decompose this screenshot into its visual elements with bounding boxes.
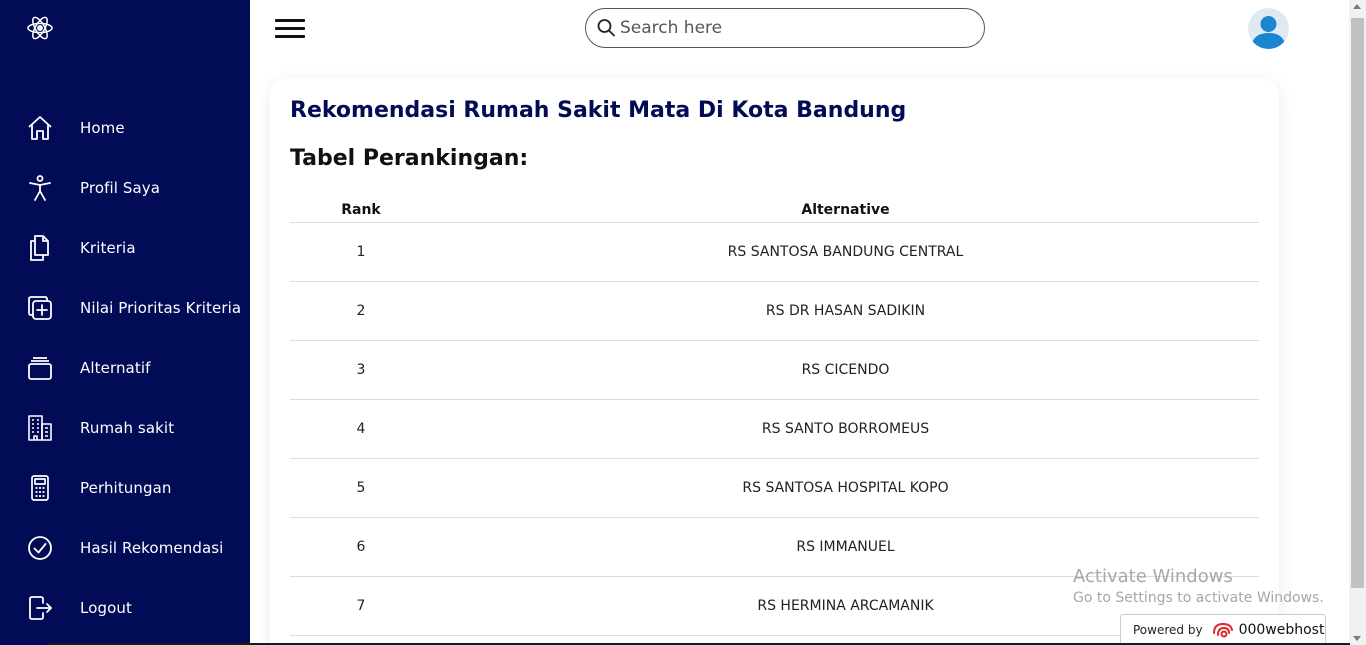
rank-cell: 1 <box>290 222 432 282</box>
sidebar-item-label: Profil Saya <box>80 179 161 197</box>
rank-cell: 6 <box>290 517 432 577</box>
person-icon <box>29 175 51 201</box>
building-icon <box>28 415 52 441</box>
sidebar-item-rumah-sakit[interactable]: Rumah sakit <box>0 398 250 458</box>
column-header-rank: Rank <box>290 202 432 223</box>
scrollbar-thumb[interactable] <box>1351 18 1364 588</box>
powered-by-label: Powered by <box>1133 623 1203 637</box>
alternative-cell: RS SANTOSA HOSPITAL KOPO <box>432 458 1259 518</box>
sidebar-item-label: Kriteria <box>80 239 136 257</box>
rank-cell: 4 <box>290 399 432 459</box>
powered-by-brand: 000webhost <box>1238 622 1325 638</box>
sidebar-item-label: Rumah sakit <box>80 419 175 437</box>
rank-cell: 2 <box>290 281 432 341</box>
sidebar-item-label: Home <box>80 119 125 137</box>
sidebar-item-logout[interactable]: Logout <box>0 578 250 638</box>
scroll-up-arrow-icon[interactable] <box>1353 4 1361 9</box>
sidebar-item-label: Logout <box>80 599 132 617</box>
add-square-icon <box>28 296 52 320</box>
powered-by-badge[interactable]: Powered by 000webhost <box>1120 614 1326 645</box>
sidebar-item-profil-saya[interactable]: Profil Saya <box>0 158 250 218</box>
menu-toggle-button[interactable] <box>275 17 305 39</box>
search-icon[interactable] <box>596 18 616 38</box>
rank-cell: 5 <box>290 458 432 518</box>
000webhost-logo-icon <box>1212 622 1233 638</box>
alternative-cell: RS DR HASAN SADIKIN <box>432 281 1259 341</box>
stack-icon <box>28 357 52 380</box>
sidebar-item-label: Nilai Prioritas Kriteria <box>80 299 242 317</box>
table-row: 2 RS DR HASAN SADIKIN <box>290 281 1259 341</box>
rank-cell: 7 <box>290 576 432 636</box>
scroll-down-arrow-icon[interactable] <box>1353 636 1361 641</box>
watermark-title: Activate Windows <box>1073 566 1233 587</box>
avatar[interactable] <box>1248 8 1289 49</box>
search-box <box>585 8 985 48</box>
ranking-card: Rekomendasi Rumah Sakit Mata Di Kota Ban… <box>270 78 1279 645</box>
table-title: Tabel Perankingan: <box>290 146 529 171</box>
sidebar-item-perhitungan[interactable]: Perhitungan <box>0 458 250 518</box>
alternative-cell: RS SANTOSA BANDUNG CENTRAL <box>432 222 1259 282</box>
documents-icon <box>30 235 49 261</box>
sidebar-item-label: Alternatif <box>80 359 151 377</box>
sidebar: Home Profil Saya Kriteria Nilai Priorita… <box>0 0 250 645</box>
column-header-alternative: Alternative <box>432 202 1259 223</box>
watermark-subtitle: Go to Settings to activate Windows. <box>1073 590 1324 606</box>
sidebar-item-label: Hasil Rekomendasi <box>80 539 224 557</box>
check-circle-icon <box>28 536 52 560</box>
react-logo-icon[interactable] <box>26 14 54 42</box>
activate-windows-watermark: Activate Windows Go to Settings to activ… <box>1073 566 1324 606</box>
sidebar-item-home[interactable]: Home <box>0 98 250 158</box>
sidebar-item-kriteria[interactable]: Kriteria <box>0 218 250 278</box>
table-row: 1 RS SANTOSA BANDUNG CENTRAL <box>290 222 1259 282</box>
table-row: 5 RS SANTOSA HOSPITAL KOPO <box>290 458 1259 518</box>
page-scrollbar[interactable] <box>1349 0 1366 645</box>
logout-icon <box>29 596 52 620</box>
page-title: Rekomendasi Rumah Sakit Mata Di Kota Ban… <box>290 98 907 123</box>
sidebar-item-label: Perhitungan <box>80 479 172 497</box>
sidebar-item-hasil-rekomendasi[interactable]: Hasil Rekomendasi <box>0 518 250 578</box>
alternative-cell: RS SANTO BORROMEUS <box>432 399 1259 459</box>
sidebar-item-alternatif[interactable]: Alternatif <box>0 338 250 398</box>
sidebar-item-nilai-prioritas-kriteria[interactable]: Nilai Prioritas Kriteria <box>0 278 250 338</box>
home-icon <box>28 116 52 140</box>
search-input[interactable] <box>620 15 970 41</box>
rank-cell: 3 <box>290 340 432 400</box>
calculator-icon <box>31 475 49 501</box>
alternative-cell: RS CICENDO <box>432 340 1259 400</box>
user-icon <box>1248 8 1289 49</box>
table-row: 4 RS SANTO BORROMEUS <box>290 399 1259 459</box>
table-row: 3 RS CICENDO <box>290 340 1259 400</box>
table-header-row: Rank Alternative <box>290 202 1259 223</box>
